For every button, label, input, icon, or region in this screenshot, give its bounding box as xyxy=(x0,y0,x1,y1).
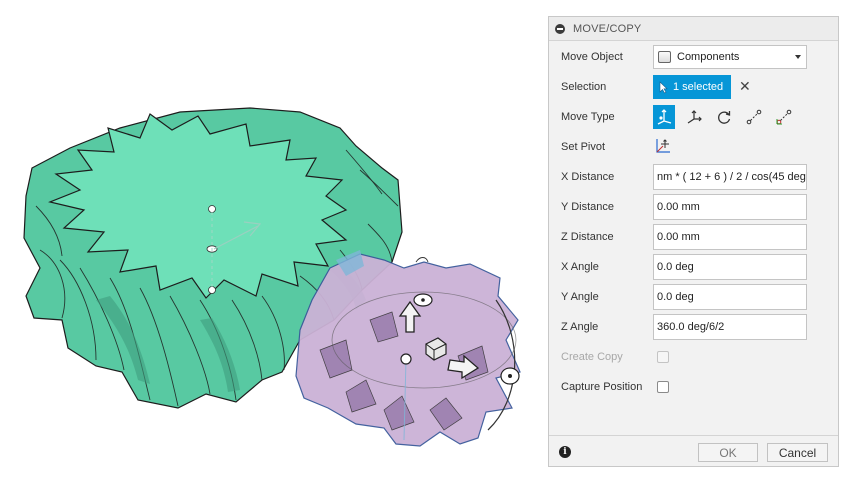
panel-footer: i OK Cancel xyxy=(549,435,838,466)
y-distance-label: Y Distance xyxy=(561,201,614,213)
set-pivot-label: Set Pivot xyxy=(561,141,606,153)
move-type-group xyxy=(653,105,803,129)
small-gear-selected[interactable] xyxy=(295,250,521,447)
translate-icon[interactable] xyxy=(683,105,705,129)
cancel-button[interactable]: Cancel xyxy=(767,443,828,462)
row-z-angle: Z Angle 360.0 deg/6/2 xyxy=(549,314,838,340)
clear-selection-icon[interactable]: ✕ xyxy=(739,78,751,94)
chevron-down-icon xyxy=(795,55,801,59)
move-object-value: Components xyxy=(677,51,740,63)
row-y-distance: Y Distance 0.00 mm xyxy=(549,194,838,220)
panel-header[interactable]: MOVE/COPY xyxy=(549,17,838,41)
move-object-dropdown[interactable]: Components xyxy=(653,45,807,69)
x-distance-label: X Distance xyxy=(561,171,615,183)
row-capture-position: Capture Position xyxy=(549,374,838,400)
row-move-object: Move Object Components xyxy=(549,44,838,70)
capture-position-checkbox[interactable] xyxy=(657,381,669,393)
x-angle-label: X Angle xyxy=(561,261,599,273)
row-create-copy: Create Copy xyxy=(549,344,838,370)
z-distance-label: Z Distance xyxy=(561,231,614,243)
free-move-icon[interactable] xyxy=(653,105,675,129)
z-angle-input[interactable]: 360.0 deg/6/2 xyxy=(653,314,807,340)
selection-button[interactable]: 1 selected xyxy=(653,75,731,99)
pivot-icon[interactable] xyxy=(655,138,671,157)
cursor-arrow-icon xyxy=(659,80,668,93)
row-x-angle: X Angle 0.0 deg xyxy=(549,254,838,280)
ok-button[interactable]: OK xyxy=(698,443,758,462)
x-angle-input[interactable]: 0.0 deg xyxy=(653,254,807,280)
point-to-point-icon[interactable] xyxy=(743,105,765,129)
y-angle-label: Y Angle xyxy=(561,291,599,303)
create-copy-label: Create Copy xyxy=(561,351,623,363)
row-set-pivot: Set Pivot xyxy=(549,134,838,160)
info-icon[interactable]: i xyxy=(559,446,571,458)
component-icon xyxy=(658,51,671,63)
row-move-type: Move Type xyxy=(549,104,838,130)
row-y-angle: Y Angle 0.0 deg xyxy=(549,284,838,310)
capture-position-label: Capture Position xyxy=(561,381,643,393)
point-to-position-icon[interactable] xyxy=(773,105,795,129)
x-distance-input[interactable]: nm * ( 12 + 6 ) / 2 / cos(45 deg) xyxy=(653,164,807,190)
selection-count: 1 selected xyxy=(673,81,724,93)
move-object-label: Move Object xyxy=(561,51,623,63)
rotate-icon[interactable] xyxy=(713,105,735,129)
z-distance-input[interactable]: 0.00 mm xyxy=(653,224,807,250)
z-angle-label: Z Angle xyxy=(561,321,599,333)
move-copy-panel: MOVE/COPY Move Object Components Selecti… xyxy=(548,16,839,467)
selection-label: Selection xyxy=(561,81,607,93)
y-angle-input[interactable]: 0.0 deg xyxy=(653,284,807,310)
row-z-distance: Z Distance 0.00 mm xyxy=(549,224,838,250)
move-type-label: Move Type xyxy=(561,111,615,123)
row-x-distance: X Distance nm * ( 12 + 6 ) / 2 / cos(45 … xyxy=(549,164,838,190)
y-distance-input[interactable]: 0.00 mm xyxy=(653,194,807,220)
row-selection: Selection 1 selected ✕ xyxy=(549,74,838,100)
collapse-icon[interactable] xyxy=(555,23,565,34)
panel-title: MOVE/COPY xyxy=(573,22,642,35)
create-copy-checkbox xyxy=(657,351,669,363)
